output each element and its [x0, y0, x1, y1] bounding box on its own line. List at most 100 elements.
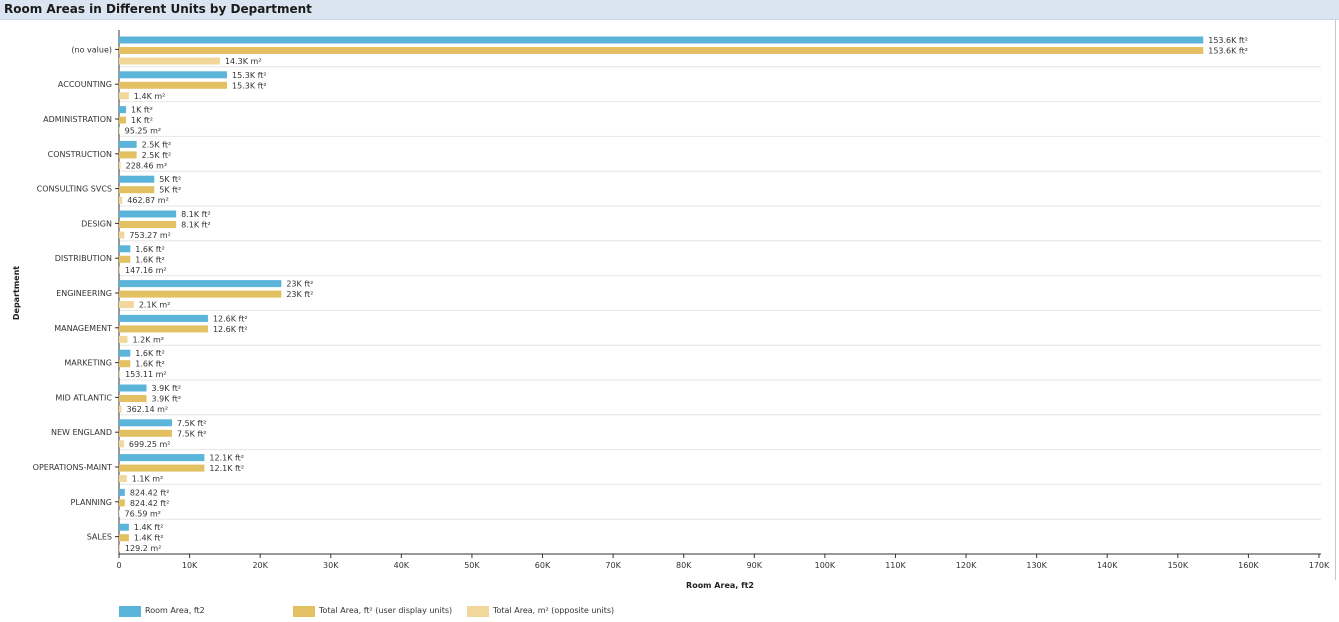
data-label-total-m2: 1.1K m²	[132, 475, 164, 484]
legend-swatch-total-m2	[467, 606, 489, 617]
legend-label-total-m2: Total Area, m² (opposite units)	[493, 606, 615, 615]
data-label-room-area: 15.3K ft²	[232, 71, 267, 80]
bar-room-area	[119, 210, 177, 218]
bar-total-ft2	[119, 116, 127, 124]
bar-room-area	[119, 106, 127, 114]
bar-total-ft2	[119, 534, 129, 542]
x-tick-label: 10K	[182, 561, 198, 570]
bar-total-ft2	[119, 360, 131, 368]
legend-swatch-room-area	[119, 606, 141, 617]
data-label-room-area: 2.5K ft²	[142, 140, 172, 149]
data-label-total-m2: 129.2 m²	[125, 544, 161, 553]
data-label-total-m2: 1.4K m²	[134, 92, 166, 101]
bar-room-area	[119, 349, 131, 357]
bar-total-m2	[119, 440, 124, 448]
y-tick-label: NEW ENGLAND	[51, 428, 112, 437]
x-tick-label: 160K	[1238, 561, 1259, 570]
bar-total-m2	[119, 57, 220, 65]
data-label-total-ft2: 12.1K ft²	[209, 464, 244, 473]
x-tick-label: 60K	[535, 561, 551, 570]
data-label-total-ft2: 8.1K ft²	[181, 221, 211, 230]
x-tick-label: 120K	[956, 561, 977, 570]
data-label-room-area: 23K ft²	[286, 280, 313, 289]
bar-room-area	[119, 419, 172, 427]
bar-room-area	[119, 454, 205, 462]
bar-room-area	[119, 384, 147, 392]
x-tick-label: 140K	[1097, 561, 1118, 570]
bar-total-ft2	[119, 464, 205, 472]
y-tick-label: DISTRIBUTION	[55, 254, 112, 263]
bar-total-m2	[119, 335, 128, 343]
data-label-total-ft2: 7.5K ft²	[177, 429, 207, 438]
data-label-room-area: 1.4K ft²	[134, 523, 164, 532]
bar-total-m2	[119, 370, 121, 378]
bar-total-m2	[119, 266, 121, 274]
x-axis-label: Room Area, ft2	[686, 581, 754, 590]
data-label-room-area: 5K ft²	[159, 175, 181, 184]
data-label-room-area: 8.1K ft²	[181, 210, 211, 219]
y-axis-label: Department	[12, 266, 21, 320]
bar-total-m2	[119, 301, 134, 309]
bar-total-ft2	[119, 325, 208, 333]
data-label-total-m2: 153.11 m²	[125, 370, 167, 379]
data-label-room-area: 1K ft²	[131, 106, 153, 115]
y-tick-label: (no value)	[71, 45, 112, 54]
plot-area: 0 10K 20K 30K 40K 50K 60K 70K 80K 90K 100K 110K 120K…	[33, 30, 1330, 570]
data-label-total-ft2: 2.5K ft²	[142, 151, 172, 160]
y-tick-label: MID ATLANTIC	[55, 393, 112, 402]
bar-total-ft2	[119, 186, 155, 194]
bar-total-ft2	[119, 221, 177, 228]
bar-total-ft2	[119, 151, 137, 159]
x-tick-label: 40K	[394, 561, 410, 570]
y-tick-label: PLANNING	[71, 498, 112, 507]
data-label-room-area: 1.6K ft²	[135, 349, 165, 358]
bar-total-m2	[119, 475, 127, 483]
y-tick-label: CONSULTING SVCS	[37, 185, 112, 194]
bar-total-m2	[119, 92, 129, 100]
data-label-total-m2: 1.2K m²	[132, 335, 164, 344]
data-label-total-m2: 76.59 m²	[125, 509, 161, 518]
x-tick-label: 110K	[885, 561, 906, 570]
bar-room-area	[119, 280, 282, 288]
data-label-total-m2: 753.27 m²	[129, 231, 171, 240]
y-tick-label: SALES	[87, 533, 112, 542]
data-label-total-m2: 147.16 m²	[125, 266, 167, 275]
bar-room-area	[119, 488, 125, 496]
bar-total-m2	[119, 544, 120, 552]
bar-total-m2	[119, 127, 120, 135]
bar-total-ft2	[119, 395, 147, 402]
x-tick-label: 100K	[815, 561, 836, 570]
bar-total-ft2	[119, 429, 172, 437]
y-tick-label: ENGINEERING	[56, 289, 112, 298]
bar-total-m2	[119, 161, 121, 169]
data-label-total-m2: 362.14 m²	[127, 405, 169, 414]
data-label-room-area: 153.6K ft²	[1208, 36, 1248, 45]
bar-room-area	[119, 175, 155, 183]
x-tick-label: 0	[116, 561, 121, 570]
legend-label-total-ft2: Total Area, ft² (user display units)	[319, 606, 453, 615]
legend-swatch-total-ft2	[293, 606, 315, 617]
y-tick-label: MARKETING	[64, 359, 112, 368]
data-label-total-m2: 699.25 m²	[129, 440, 171, 449]
bar-total-m2	[119, 405, 122, 413]
bar-room-area	[119, 245, 131, 253]
data-label-total-ft2: 3.9K ft²	[152, 395, 182, 404]
legend-label-room-area: Room Area, ft2	[145, 606, 205, 615]
bar-total-ft2	[119, 47, 1204, 54]
data-label-room-area: 12.1K ft²	[209, 454, 244, 463]
data-label-room-area: 12.6K ft²	[213, 314, 248, 323]
x-tick-label: 130K	[1026, 561, 1047, 570]
y-tick-label: ADMINISTRATION	[43, 115, 112, 124]
x-tick-label: 170K	[1309, 561, 1330, 570]
y-tick-label: CONSTRUCTION	[48, 150, 112, 159]
data-label-total-m2: 228.46 m²	[126, 161, 168, 170]
x-tick-label: 90K	[747, 561, 763, 570]
bar-total-ft2	[119, 255, 131, 263]
x-tick-label: 30K	[323, 561, 339, 570]
x-tick-label: 50K	[464, 561, 480, 570]
x-tick-label: 80K	[676, 561, 692, 570]
data-label-room-area: 7.5K ft²	[177, 419, 207, 428]
bar-total-m2	[119, 196, 123, 204]
data-label-total-ft2: 1.4K ft²	[134, 534, 164, 543]
bar-total-m2	[119, 231, 125, 239]
